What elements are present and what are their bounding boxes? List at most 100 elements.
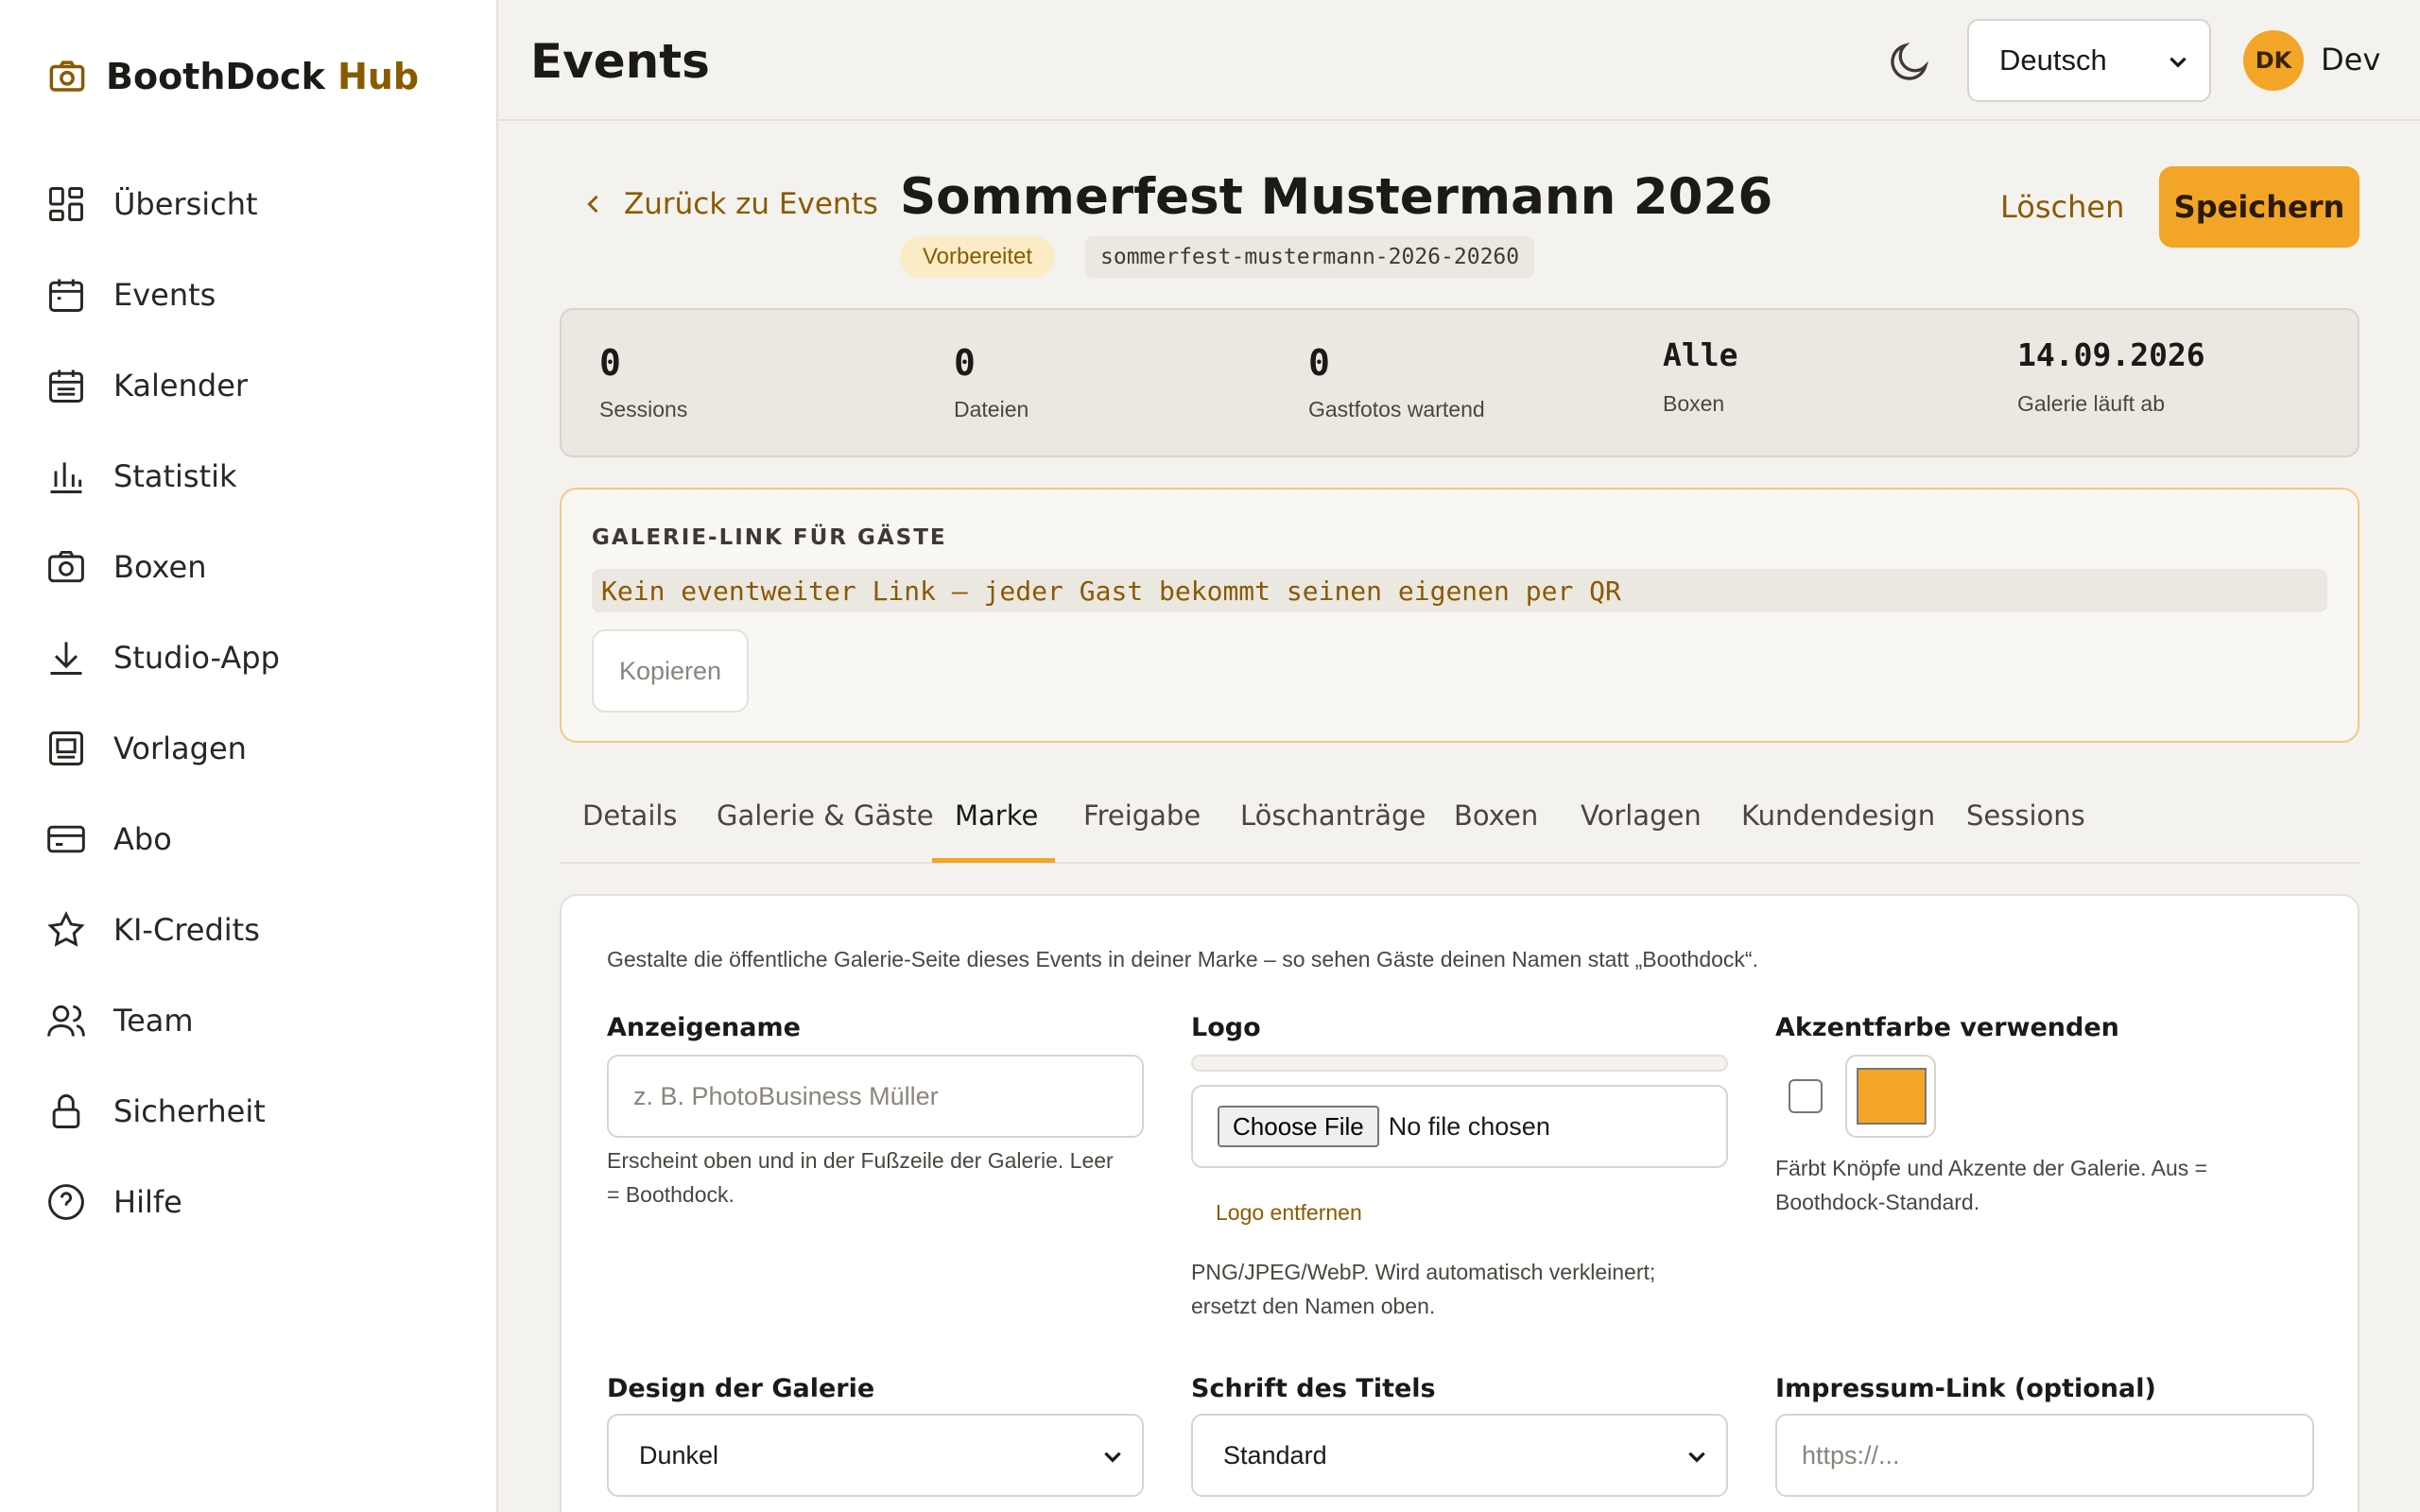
sidebar-item-label: Boxen: [113, 549, 207, 585]
help-line: ersetzt den Namen oben.: [1191, 1294, 1436, 1318]
imprint-link-input[interactable]: https://...: [1775, 1414, 2314, 1497]
event-tabs: Details Galerie & Gäste Marke Freigabe L…: [560, 779, 2360, 864]
users-icon: [47, 1005, 85, 1037]
slug-badge: sommerfest-mustermann-2026-20260: [1085, 236, 1535, 278]
stat-sessions: 0 Sessions: [599, 342, 687, 422]
chevron-down-icon: [1104, 1452, 1121, 1463]
choose-file-button[interactable]: Choose File: [1218, 1106, 1379, 1147]
sidebar-item-label: Sicherheit: [113, 1093, 266, 1129]
accent-color-picker[interactable]: [1845, 1055, 1936, 1138]
sidebar-item-statistik[interactable]: Statistik: [45, 431, 461, 522]
accent-color-help: Färbt Knöpfe und Akzente der Galerie. Au…: [1775, 1151, 2342, 1219]
sidebar-item-boxen[interactable]: Boxen: [45, 522, 461, 612]
calendar-list-icon: [49, 369, 83, 403]
tab-galerie-gaeste[interactable]: Galerie & Gäste: [717, 799, 934, 832]
stats-card: 0 Sessions 0 Dateien 0 Gastfotos wartend…: [560, 308, 2360, 457]
title-font-value: Standard: [1223, 1440, 1327, 1469]
stat-dateien: 0 Dateien: [954, 342, 1028, 422]
save-button[interactable]: Speichern: [2159, 166, 2360, 248]
camera-logo-icon: [49, 60, 85, 92]
stat-label: Sessions: [599, 397, 688, 421]
tab-loeschantraege[interactable]: Löschanträge: [1240, 799, 1426, 832]
back-to-events-link[interactable]: Zurück zu Events: [580, 187, 878, 221]
sidebar-item-studio-app[interactable]: Studio-App: [45, 612, 461, 703]
gallery-design-label: Design der Galerie: [607, 1374, 875, 1403]
user-name[interactable]: Dev: [2321, 42, 2380, 77]
stat-value: Alle: [1663, 336, 1738, 373]
brand-logo[interactable]: BoothDock Hub: [47, 53, 419, 100]
stat-boxen: Alle Boxen: [1663, 336, 1737, 417]
logo-file-input[interactable]: Choose File No file chosen: [1191, 1085, 1728, 1168]
stat-gastfotos: 0 Gastfotos wartend: [1308, 342, 1485, 422]
calendar-icon: [49, 279, 83, 312]
moon-icon: [1891, 42, 1929, 80]
help-line: PNG/JPEG/WebP. Wird automatisch verklein…: [1191, 1260, 1656, 1284]
lock-icon: [52, 1094, 80, 1128]
sidebar-item-label: Statistik: [113, 458, 237, 494]
theme-toggle-button[interactable]: [1886, 38, 1933, 85]
sidebar-item-abo[interactable]: Abo: [45, 794, 461, 885]
tab-boxen[interactable]: Boxen: [1454, 799, 1538, 832]
brand-name: BoothDock: [106, 56, 325, 97]
sidebar-item-vorlagen[interactable]: Vorlagen: [45, 703, 461, 794]
tab-marke[interactable]: Marke: [955, 799, 1038, 832]
language-select[interactable]: Deutsch: [1967, 19, 2211, 102]
imprint-link-label: Impressum-Link (optional): [1775, 1374, 2156, 1403]
sidebar-item-label: Studio-App: [113, 640, 280, 676]
tab-vorlagen[interactable]: Vorlagen: [1581, 799, 1702, 832]
delete-button[interactable]: Löschen: [1981, 166, 2143, 248]
accent-color-label: Akzentfarbe verwenden: [1775, 1013, 2119, 1042]
sidebar-item-ki-credits[interactable]: KI-Credits: [45, 885, 461, 975]
copy-button[interactable]: Kopieren: [592, 629, 749, 713]
display-name-input[interactable]: z. B. PhotoBusiness Müller: [607, 1055, 1144, 1138]
language-select-value: Deutsch: [1999, 43, 2107, 77]
stat-value: 0: [1308, 342, 1330, 384]
logo-preview: [1191, 1055, 1728, 1072]
event-title: Sommerfest Mustermann 2026: [900, 168, 1773, 226]
sidebar-item-events[interactable]: Events: [45, 249, 461, 340]
stat-label: Gastfotos wartend: [1308, 397, 1485, 421]
help-line: Boothdock-Standard.: [1775, 1190, 1980, 1214]
sidebar-item-label: Kalender: [113, 368, 249, 404]
branding-form: Gestalte die öffentliche Galerie-Seite d…: [560, 894, 2360, 1512]
logo-help: PNG/JPEG/WebP. Wird automatisch verklein…: [1191, 1255, 1758, 1323]
logo-label: Logo: [1191, 1013, 1261, 1042]
stat-value: 0: [599, 342, 621, 384]
display-name-help: Erscheint oben und in der Fußzeile der G…: [607, 1143, 1174, 1211]
sidebar-item-kalender[interactable]: Kalender: [45, 340, 461, 431]
sidebar-item-label: Vorlagen: [113, 730, 247, 766]
stat-label: Dateien: [954, 397, 1029, 421]
sidebar-item-uebersicht[interactable]: Übersicht: [45, 159, 461, 249]
stat-galerie-ablauf: 14.09.2026 Galerie läuft ab: [2017, 336, 2205, 417]
logo-remove-button[interactable]: Logo entfernen: [1216, 1200, 1362, 1226]
accent-color-checkbox[interactable]: [1789, 1079, 1823, 1113]
tab-sessions[interactable]: Sessions: [1966, 799, 2085, 832]
chevron-down-icon: [1688, 1452, 1705, 1463]
tab-freigabe[interactable]: Freigabe: [1083, 799, 1201, 832]
topbar: Events Deutsch DK Dev: [498, 0, 2420, 121]
file-status: No file chosen: [1388, 1111, 1550, 1141]
sidebar-item-sicherheit[interactable]: Sicherheit: [45, 1066, 461, 1157]
sidebar-item-hilfe[interactable]: Hilfe: [45, 1157, 461, 1247]
star-icon: [47, 911, 85, 947]
sidebar-item-label: KI-Credits: [113, 912, 260, 948]
form-intro: Gestalte die öffentliche Galerie-Seite d…: [607, 947, 1758, 971]
download-icon: [50, 642, 82, 675]
gallery-design-value: Dunkel: [639, 1440, 719, 1469]
active-tab-indicator: [932, 858, 1055, 863]
sidebar-item-label: Hilfe: [113, 1184, 182, 1220]
help-circle-icon: [48, 1184, 84, 1220]
camera-icon: [48, 550, 84, 583]
status-badge: Vorbereitet: [900, 236, 1056, 278]
credit-card-icon: [47, 825, 85, 853]
avatar[interactable]: DK: [2243, 30, 2304, 91]
sidebar-item-team[interactable]: Team: [45, 975, 461, 1066]
gallery-link-heading: GALERIE-LINK FÜR GÄSTE: [592, 525, 947, 550]
tab-details[interactable]: Details: [582, 799, 678, 832]
sidebar-item-label: Events: [113, 277, 216, 313]
tab-kundendesign[interactable]: Kundendesign: [1741, 799, 1935, 832]
title-font-select[interactable]: Standard: [1191, 1414, 1728, 1497]
stat-label: Galerie läuft ab: [2017, 391, 2165, 416]
gallery-design-select[interactable]: Dunkel: [607, 1414, 1144, 1497]
display-name-label: Anzeigename: [607, 1013, 801, 1042]
